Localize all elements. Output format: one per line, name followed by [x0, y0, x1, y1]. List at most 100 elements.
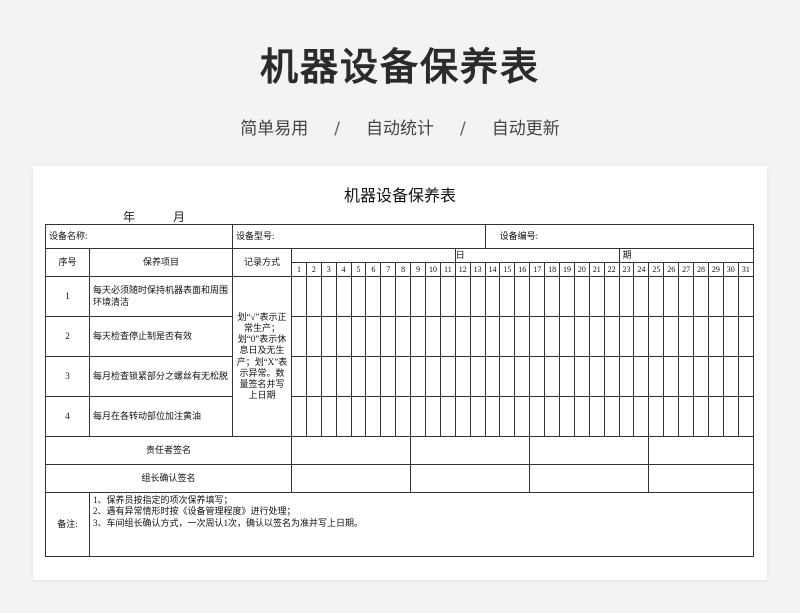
day-check-cell[interactable] [380, 276, 397, 317]
responsible-sign-cell[interactable] [529, 436, 650, 465]
day-check-cell[interactable] [425, 396, 441, 437]
day-check-cell[interactable] [365, 396, 382, 437]
day-check-cell[interactable] [499, 356, 516, 397]
day-check-cell[interactable] [588, 316, 605, 357]
day-check-cell[interactable] [454, 356, 471, 397]
day-check-cell[interactable] [439, 276, 456, 317]
day-check-cell[interactable] [707, 356, 724, 397]
day-check-cell[interactable] [335, 356, 352, 397]
day-check-cell[interactable] [722, 356, 739, 397]
day-check-cell[interactable] [514, 316, 531, 357]
day-check-cell[interactable] [380, 356, 397, 397]
day-check-cell[interactable] [469, 276, 486, 317]
day-check-cell[interactable] [425, 316, 441, 357]
day-check-cell[interactable] [335, 316, 352, 357]
day-check-cell[interactable] [410, 396, 427, 437]
day-check-cell[interactable] [529, 356, 546, 397]
day-check-cell[interactable] [365, 276, 382, 317]
day-check-cell[interactable] [648, 396, 665, 437]
day-check-cell[interactable] [454, 316, 471, 357]
day-check-cell[interactable] [663, 276, 680, 317]
leader-sign-cell[interactable] [648, 464, 755, 493]
day-check-cell[interactable] [499, 276, 516, 317]
day-check-cell[interactable] [469, 396, 486, 437]
day-check-cell[interactable] [335, 276, 352, 317]
day-check-cell[interactable] [559, 356, 575, 397]
day-check-cell[interactable] [544, 276, 561, 317]
day-check-cell[interactable] [663, 396, 680, 437]
day-check-cell[interactable] [380, 396, 397, 437]
day-check-cell[interactable] [439, 316, 456, 357]
day-check-cell[interactable] [573, 356, 590, 397]
day-check-cell[interactable] [529, 396, 546, 437]
day-check-cell[interactable] [633, 356, 650, 397]
day-check-cell[interactable] [484, 396, 501, 437]
day-check-cell[interactable] [559, 396, 575, 437]
day-check-cell[interactable] [648, 316, 665, 357]
day-check-cell[interactable] [737, 356, 755, 397]
day-check-cell[interactable] [603, 356, 620, 397]
day-check-cell[interactable] [678, 316, 695, 357]
day-check-cell[interactable] [678, 396, 695, 437]
day-check-cell[interactable] [410, 316, 427, 357]
day-check-cell[interactable] [544, 316, 561, 357]
day-check-cell[interactable] [484, 316, 501, 357]
day-check-cell[interactable] [603, 396, 620, 437]
day-check-cell[interactable] [395, 276, 412, 317]
day-check-cell[interactable] [559, 316, 575, 357]
day-check-cell[interactable] [365, 316, 382, 357]
day-check-cell[interactable] [663, 316, 680, 357]
day-check-cell[interactable] [380, 316, 397, 357]
responsible-sign-cell[interactable] [410, 436, 531, 465]
day-check-cell[interactable] [678, 276, 695, 317]
day-check-cell[interactable] [305, 396, 322, 437]
day-check-cell[interactable] [663, 356, 680, 397]
day-check-cell[interactable] [320, 396, 337, 437]
day-check-cell[interactable] [350, 316, 367, 357]
day-check-cell[interactable] [335, 396, 352, 437]
day-check-cell[interactable] [350, 276, 367, 317]
day-check-cell[interactable] [588, 276, 605, 317]
day-check-cell[interactable] [573, 276, 590, 317]
day-check-cell[interactable] [633, 276, 650, 317]
responsible-sign-cell[interactable] [290, 436, 412, 465]
day-check-cell[interactable] [648, 356, 665, 397]
day-check-cell[interactable] [544, 356, 561, 397]
day-check-cell[interactable] [291, 276, 307, 317]
day-check-cell[interactable] [499, 396, 516, 437]
day-check-cell[interactable] [425, 356, 441, 397]
day-check-cell[interactable] [514, 276, 531, 317]
day-check-cell[interactable] [469, 316, 486, 357]
day-check-cell[interactable] [439, 356, 456, 397]
day-check-cell[interactable] [633, 396, 650, 437]
day-check-cell[interactable] [544, 396, 561, 437]
day-check-cell[interactable] [618, 276, 635, 317]
day-check-cell[interactable] [410, 276, 427, 317]
day-check-cell[interactable] [693, 276, 709, 317]
day-check-cell[interactable] [305, 356, 322, 397]
day-check-cell[interactable] [365, 356, 382, 397]
day-check-cell[interactable] [722, 276, 739, 317]
day-check-cell[interactable] [425, 276, 441, 317]
day-check-cell[interactable] [648, 276, 665, 317]
day-check-cell[interactable] [737, 316, 755, 357]
day-check-cell[interactable] [737, 276, 755, 317]
day-check-cell[interactable] [588, 356, 605, 397]
day-check-cell[interactable] [722, 316, 739, 357]
day-check-cell[interactable] [454, 276, 471, 317]
day-check-cell[interactable] [395, 396, 412, 437]
day-check-cell[interactable] [559, 276, 575, 317]
day-check-cell[interactable] [633, 316, 650, 357]
day-check-cell[interactable] [484, 356, 501, 397]
leader-sign-cell[interactable] [290, 464, 412, 493]
day-check-cell[interactable] [320, 276, 337, 317]
day-check-cell[interactable] [678, 356, 695, 397]
day-check-cell[interactable] [439, 396, 456, 437]
day-check-cell[interactable] [499, 316, 516, 357]
day-check-cell[interactable] [529, 316, 546, 357]
day-check-cell[interactable] [291, 396, 307, 437]
day-check-cell[interactable] [588, 396, 605, 437]
day-check-cell[interactable] [305, 316, 322, 357]
day-check-cell[interactable] [454, 396, 471, 437]
day-check-cell[interactable] [395, 356, 412, 397]
